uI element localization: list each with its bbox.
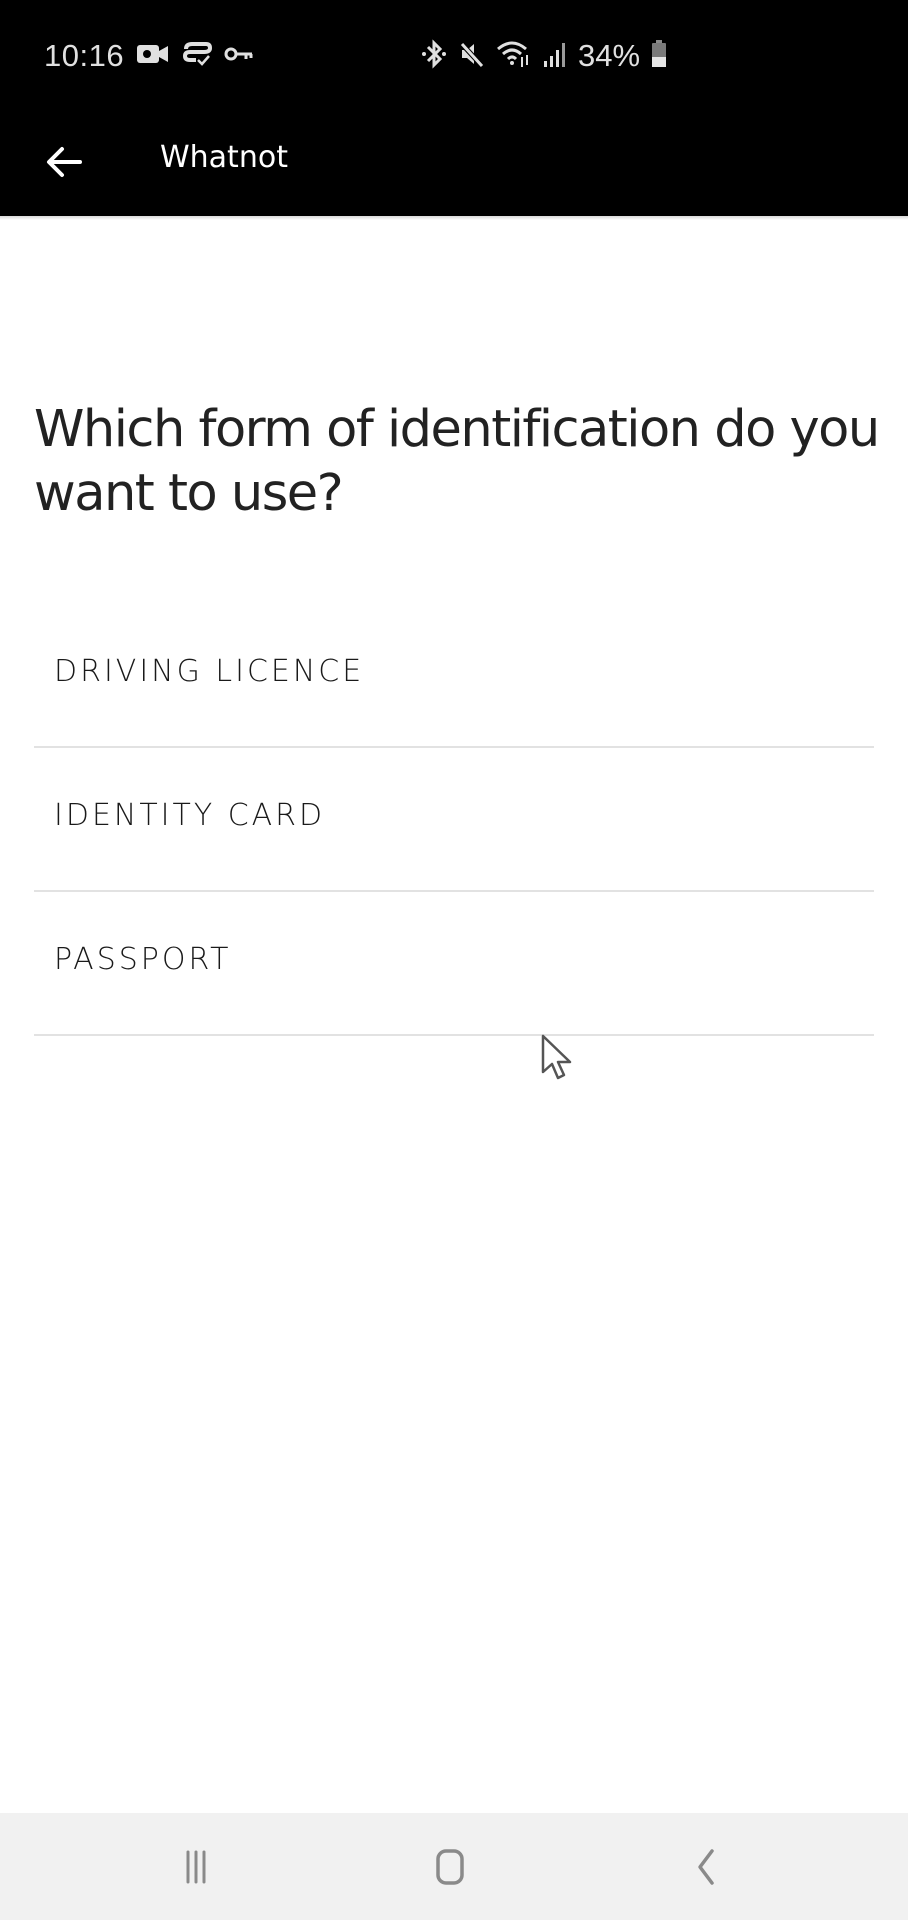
home-icon [436, 1849, 464, 1885]
signal-icon [542, 39, 568, 73]
option-driving-licence[interactable]: DRIVING LICENCE [34, 604, 874, 748]
option-identity-card[interactable]: IDENTITY CARD [34, 748, 874, 892]
nav-back-button[interactable] [666, 1837, 746, 1897]
option-label: IDENTITY CARD [54, 798, 326, 833]
back-chevron-icon [698, 1849, 714, 1885]
option-label: DRIVING LICENCE [54, 654, 365, 689]
recents-button[interactable] [156, 1837, 236, 1897]
battery-icon [650, 39, 668, 73]
system-nav-bar [0, 1813, 908, 1920]
status-time: 10:16 [44, 38, 125, 73]
status-right: 34% [420, 36, 668, 76]
battery-percent: 34% [578, 38, 641, 73]
arrow-left-icon [47, 147, 82, 177]
app-bar: Whatnot [0, 112, 908, 216]
mouse-pointer-icon [541, 1034, 572, 1080]
id-options-list: DRIVING LICENCE IDENTITY CARD PASSPORT [34, 604, 874, 1036]
mute-icon [458, 39, 486, 73]
status-left: 10:16 [44, 36, 254, 76]
app-title: Whatnot [160, 140, 288, 175]
option-passport[interactable]: PASSPORT [34, 892, 874, 1036]
recents-icon [186, 1850, 206, 1884]
option-label: PASSPORT [54, 942, 232, 977]
home-button[interactable] [410, 1837, 490, 1897]
page-title: Which form of identification do you want… [34, 400, 880, 523]
vpn-check-icon [182, 41, 213, 71]
status-bar: 10:16 34% [0, 0, 908, 112]
video-camera-icon [136, 42, 170, 70]
back-button[interactable] [36, 134, 92, 190]
wifi-icon [496, 39, 532, 73]
key-icon [224, 44, 254, 68]
bluetooth-icon [420, 39, 448, 73]
app-bar-shadow [0, 216, 908, 220]
